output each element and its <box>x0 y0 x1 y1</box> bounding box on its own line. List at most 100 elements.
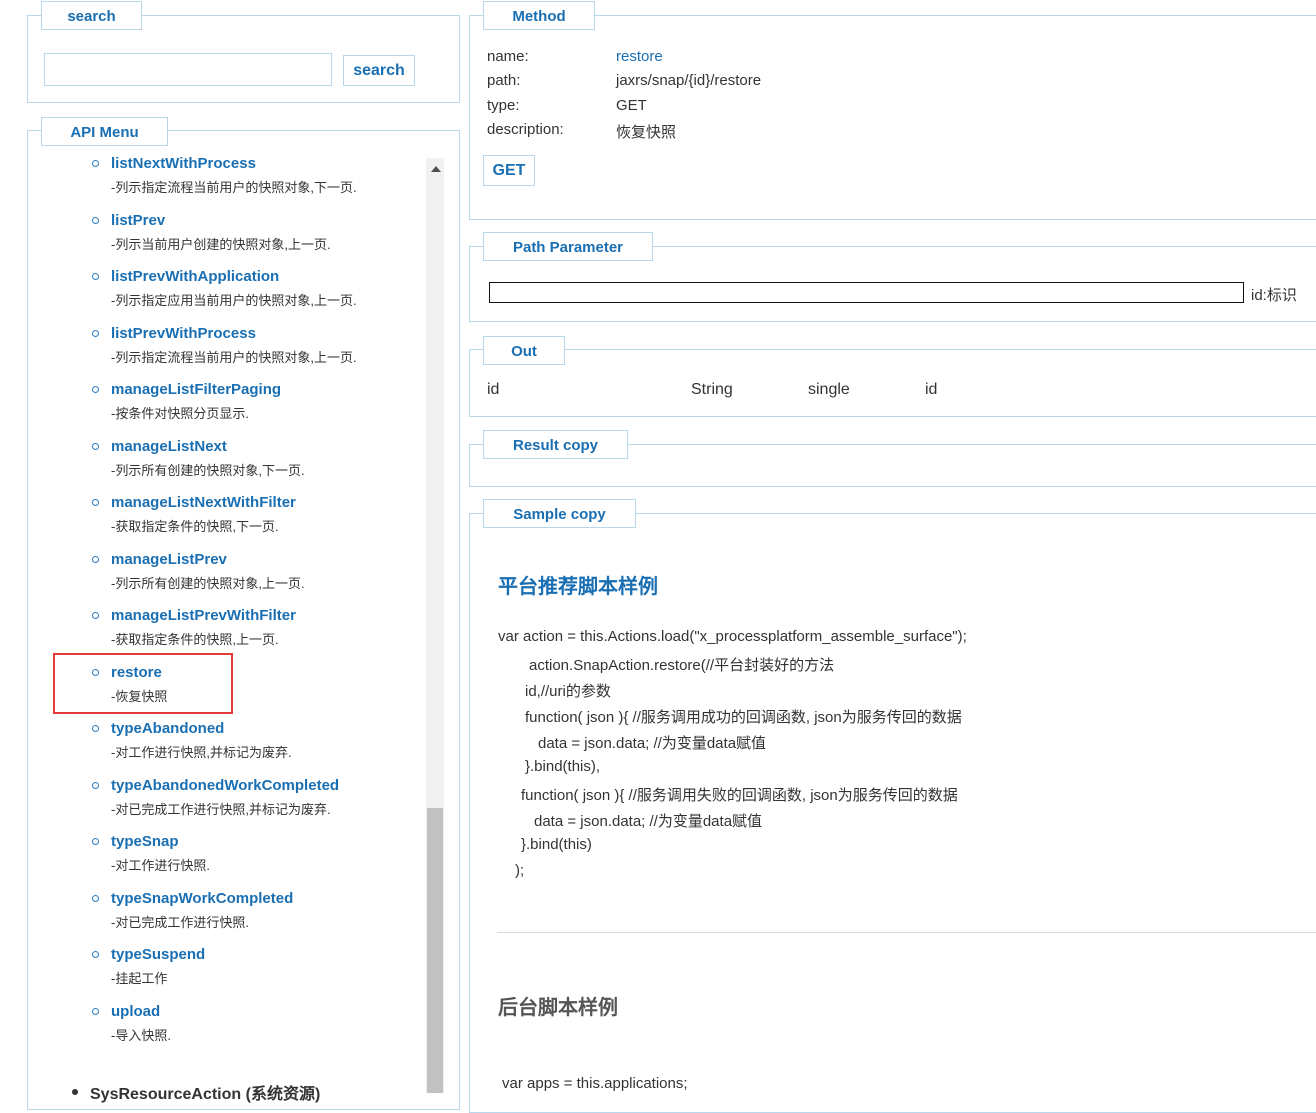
code-line: id,//uri的参数 <box>525 683 611 700</box>
api-menu-item[interactable]: typeSuspend -挂起工作 <box>92 946 412 996</box>
api-menu-item-desc: -列示所有创建的快照对象,下一页. <box>111 463 305 478</box>
bullet-icon <box>92 443 99 450</box>
bullet-icon <box>92 782 99 789</box>
api-menu-item[interactable]: typeSnap -对工作进行快照. <box>92 833 412 883</box>
api-menu-item-name[interactable]: manageListPrevWithFilter <box>111 607 296 624</box>
code-line: data = json.data; //为变量data赋值 <box>534 813 763 830</box>
code-line-backend: var apps = this.applications; <box>502 1075 688 1092</box>
get-button[interactable]: GET <box>483 155 535 186</box>
api-menu-item[interactable]: manageListNextWithFilter -获取指定条件的快照,下一页. <box>92 494 412 544</box>
api-menu-item-desc: -对工作进行快照,并标记为废弃. <box>111 745 292 760</box>
api-menu-item[interactable]: listPrev -列示当前用户创建的快照对象,上一页. <box>92 212 412 262</box>
api-menu-item[interactable]: listPrevWithProcess -列示指定流程当前用户的快照对象,上一页. <box>92 325 412 375</box>
api-menu-item-desc: -导入快照. <box>111 1028 171 1043</box>
api-menu-item-desc: -列示当前用户创建的快照对象,上一页. <box>111 237 331 252</box>
method-path-label: path: <box>487 72 521 89</box>
sample-heading-backend: 后台脚本样例 <box>498 997 618 1019</box>
api-menu-item-name[interactable]: manageListNext <box>111 438 227 455</box>
api-menu-item-name[interactable]: typeSuspend <box>111 946 205 963</box>
api-menu-item[interactable]: manageListFilterPaging -按条件对快照分页显示. <box>92 381 412 431</box>
method-type-label: type: <box>487 97 520 114</box>
out-panel <box>469 349 1316 417</box>
bullet-icon <box>92 556 99 563</box>
method-name-value: restore <box>616 48 663 65</box>
api-menu-item-desc: -列示指定流程当前用户的快照对象,下一页. <box>111 180 357 195</box>
method-panel <box>469 15 1316 220</box>
code-line: data = json.data; //为变量data赋值 <box>538 735 767 752</box>
bullet-icon <box>92 612 99 619</box>
api-menu-item-name[interactable]: manageListFilterPaging <box>111 381 281 398</box>
bullet-icon <box>92 330 99 337</box>
method-name-label: name: <box>487 48 529 65</box>
api-menu-item-desc: -对工作进行快照. <box>111 858 210 873</box>
api-menu-item-desc: -对已完成工作进行快照. <box>111 915 249 930</box>
search-input[interactable] <box>44 53 332 86</box>
method-path-value: jaxrs/snap/{id}/restore <box>616 72 762 89</box>
api-menu-item[interactable]: manageListPrevWithFilter -获取指定条件的快照,上一页. <box>92 607 412 657</box>
api-menu-item-name[interactable]: manageListNextWithFilter <box>111 494 296 511</box>
bullet-icon <box>92 160 99 167</box>
api-menu-item-name[interactable]: manageListPrev <box>111 551 227 568</box>
api-group-sysresourceaction[interactable]: SysResourceAction (系统资源) <box>90 1080 320 1104</box>
code-line: ); <box>515 862 525 879</box>
api-menu-item-name[interactable]: upload <box>111 1003 160 1020</box>
api-menu-item[interactable]: typeAbandonedWorkCompleted -对已完成工作进行快照,并标… <box>92 777 412 827</box>
method-description-value: 恢复快照 <box>616 124 677 141</box>
group-bullet <box>72 1089 78 1095</box>
api-menu-item[interactable]: manageListPrev -列示所有创建的快照对象,上一页. <box>92 551 412 601</box>
code-line: action.SnapAction.restore(//平台封装好的方法 <box>529 657 835 674</box>
scroll-up-arrow-icon[interactable] <box>431 166 441 172</box>
bullet-icon <box>92 725 99 732</box>
result-legend[interactable]: Result copy <box>483 430 628 459</box>
api-menu-item-name[interactable]: listPrev <box>111 212 165 229</box>
api-menu-item-desc: -挂起工作 <box>111 971 168 986</box>
api-menu-item-name[interactable]: listPrevWithProcess <box>111 325 256 342</box>
api-menu-item-desc: -列示指定应用当前用户的快照对象,上一页. <box>111 293 357 308</box>
api-menu-item-desc: -对已完成工作进行快照,并标记为废弃. <box>111 802 331 817</box>
api-menu-item[interactable]: listPrevWithApplication -列示指定应用当前用户的快照对象,… <box>92 268 412 318</box>
id-parameter-hint: id:标识 <box>1251 287 1297 304</box>
bullet-icon <box>92 499 99 506</box>
out-field-name: id <box>487 381 500 398</box>
search-legend: search <box>41 1 142 30</box>
api-menu-item[interactable]: typeAbandoned -对工作进行快照,并标记为废弃. <box>92 720 412 770</box>
api-menu-item-name[interactable]: typeSnap <box>111 833 179 850</box>
search-button[interactable]: search <box>343 55 415 86</box>
bullet-icon <box>92 838 99 845</box>
api-menu-item-name[interactable]: typeSnapWorkCompleted <box>111 890 293 907</box>
api-menu-item[interactable]: upload -导入快照. <box>92 1003 412 1053</box>
bullet-icon <box>92 217 99 224</box>
sample-legend[interactable]: Sample copy <box>483 499 636 528</box>
api-menu-item-desc: -按条件对快照分页显示. <box>111 406 249 421</box>
api-menu-item-desc: -获取指定条件的快照,下一页. <box>111 519 279 534</box>
method-description-label: description: <box>487 121 564 138</box>
bullet-icon <box>92 951 99 958</box>
id-parameter-input[interactable] <box>489 282 1244 303</box>
bullet-icon <box>92 1008 99 1015</box>
menu-scrollbar-thumb[interactable] <box>427 808 443 1093</box>
code-line: var action = this.Actions.load("x_proces… <box>498 628 967 645</box>
out-legend: Out <box>483 336 565 365</box>
api-menu-item-name[interactable]: listPrevWithApplication <box>111 268 279 285</box>
code-line: function( json ){ //服务调用失败的回调函数, json为服务… <box>521 787 958 804</box>
api-menu-item-name[interactable]: listNextWithProcess <box>111 155 256 172</box>
code-line: function( json ){ //服务调用成功的回调函数, json为服务… <box>525 709 962 726</box>
bullet-icon <box>92 273 99 280</box>
path-parameter-legend: Path Parameter <box>483 232 653 261</box>
api-menu-item[interactable]: listNextWithProcess -列示指定流程当前用户的快照对象,下一页. <box>92 155 412 205</box>
api-menu-item[interactable]: typeSnapWorkCompleted -对已完成工作进行快照. <box>92 890 412 940</box>
bullet-icon <box>92 895 99 902</box>
section-divider <box>497 932 1316 933</box>
api-menu-item-desc: -获取指定条件的快照,上一页. <box>111 632 279 647</box>
selected-item-highlight <box>53 653 233 714</box>
api-menu-item-name[interactable]: typeAbandonedWorkCompleted <box>111 777 339 794</box>
api-menu-legend: API Menu <box>41 117 168 146</box>
out-field-type: String <box>691 381 733 398</box>
api-menu-item-name[interactable]: typeAbandoned <box>111 720 224 737</box>
api-menu-item-desc: -列示所有创建的快照对象,上一页. <box>111 576 305 591</box>
api-menu-item[interactable]: manageListNext -列示所有创建的快照对象,下一页. <box>92 438 412 488</box>
code-line: }.bind(this) <box>521 836 592 853</box>
method-type-value: GET <box>616 97 647 114</box>
sample-heading-frontend: 平台推荐脚本样例 <box>498 576 658 598</box>
bullet-icon <box>92 386 99 393</box>
